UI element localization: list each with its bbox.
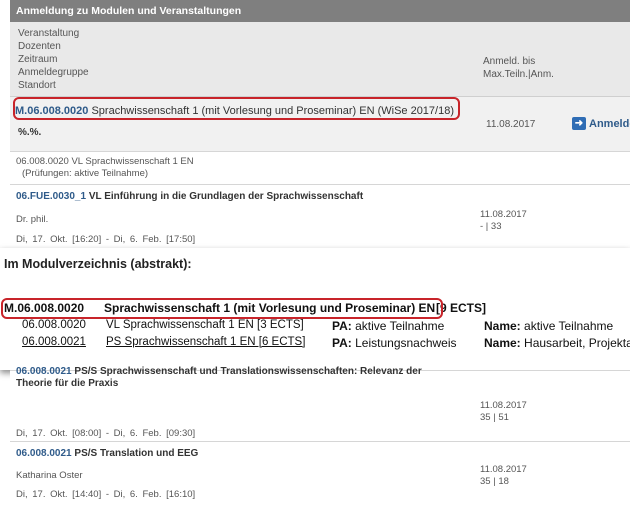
event-title: 06.008.0021 PS/S Sprachwissenschaft und …: [16, 366, 422, 377]
event-title-line2: Theorie für die Praxis: [16, 378, 119, 389]
module-deadline: 11.08.2017: [486, 119, 536, 130]
event-code-link[interactable]: 06.008.0021: [16, 366, 72, 377]
panel-header: Anmeldung zu Modulen und Veranstaltungen: [10, 0, 630, 22]
event-title: 06.FUE.0030_1 VL Einführung in die Grund…: [16, 191, 363, 202]
registration-panel-lower: 06.008.0021 PS/S Sprachwissenschaft und …: [10, 366, 630, 506]
module-placeholder: %.%.: [18, 127, 42, 138]
sub-entry-line1: 06.008.0020 VL Sprachwissenschaft 1 EN: [16, 156, 194, 167]
overlay-row-title: VL Sprachwissenschaft 1 EN [3 ECTS]: [106, 319, 304, 331]
overlay-row-pa-label: PA:: [332, 319, 352, 333]
overlay-row-pa-value: aktive Teilnahme: [355, 319, 445, 333]
event-lecturer: Dr. phil.: [16, 214, 49, 225]
col-anmeldegruppe: Anmeldegruppe: [18, 67, 89, 78]
overlay-row-name-label: Name:: [484, 319, 521, 333]
event-code-link[interactable]: 06.008.0021: [16, 448, 72, 459]
col-deadline: Anmeld. bis: [483, 56, 536, 67]
col-zeitraum: Zeitraum: [18, 54, 58, 65]
column-header: Veranstaltung Dozenten Zeitraum Anmeldeg…: [10, 22, 630, 97]
overlay-row-name-label: Name:: [484, 336, 521, 350]
event-time: Di, 17. Okt. [16:20] - Di, 6. Feb. [17:5…: [16, 234, 196, 245]
overlay-row-name-value: Hausarbeit, Projekta: [524, 336, 630, 350]
col-standort: Standort: [18, 80, 56, 91]
event-title-text: VL Einführung in die Grundlagen der Spra…: [88, 191, 364, 202]
sub-entry-line2: (Prüfungen: aktive Teilnahme): [22, 168, 149, 179]
event-capacity: 35 | 18: [480, 476, 509, 487]
overlay-heading: Im Modulverzeichnis (abstrakt):: [4, 257, 192, 271]
overlay-row-1: 06.008.0020 VL Sprachwissenschaft 1 EN […: [22, 319, 630, 335]
highlight-box-directory: [1, 298, 443, 319]
overlay-row-name-value: aktive Teilnahme: [524, 319, 614, 333]
event-row-2: 06.008.0021 PS/S Sprachwissenschaft und …: [10, 366, 630, 439]
sub-entry-row: 06.008.0020 VL Sprachwissenschaft 1 EN (…: [10, 152, 630, 185]
col-dozenten: Dozenten: [18, 41, 61, 52]
event-row-3: 06.008.0021 PS/S Translation und EEG Kat…: [10, 442, 630, 506]
col-veranstaltung: Veranstaltung: [18, 28, 80, 39]
event-deadline: 11.08.2017: [480, 464, 527, 475]
arrow-right-icon: ➜: [572, 117, 586, 130]
event-time: Di, 17. Okt. [14:40] - Di, 6. Feb. [16:1…: [16, 489, 196, 500]
event-title-text: PS/S Translation und EEG: [74, 448, 199, 459]
overlay-row-code: 06.008.0020: [22, 319, 86, 331]
col-capacity: Max.Teiln.|Anm.: [483, 69, 554, 80]
event-capacity: - | 33: [480, 221, 502, 232]
overlay-row-pa-value: Leistungsnachweis: [355, 336, 457, 350]
screenshot-collage: Anmeldung zu Modulen und Veranstaltungen…: [0, 0, 630, 506]
register-label: Anmelden: [589, 117, 630, 130]
event-deadline: 11.08.2017: [480, 400, 527, 411]
register-button[interactable]: ➜ Anmelden: [572, 116, 630, 131]
event-time: Di, 17. Okt. [08:00] - Di, 6. Feb. [09:3…: [16, 428, 196, 439]
event-capacity: 35 | 51: [480, 412, 509, 423]
event-lecturer: Katharina Oster: [16, 470, 83, 481]
registration-panel: Anmeldung zu Modulen und Veranstaltungen…: [10, 0, 630, 248]
event-code-link[interactable]: 06.FUE.0030_1: [16, 191, 86, 202]
overlay-row-code: 06.008.0021: [22, 336, 86, 348]
event-title: 06.008.0021 PS/S Translation und EEG: [16, 448, 198, 459]
event-row-1: 06.FUE.0030_1 VL Einführung in die Grund…: [10, 185, 630, 245]
event-title-text: PS/S Sprachwissenschaft und Translations…: [74, 366, 422, 377]
overlay-row-2: 06.008.0021 PS Sprachwissenschaft 1 EN […: [22, 336, 630, 352]
module-directory-overlay: Im Modulverzeichnis (abstrakt): M.06.008…: [0, 248, 630, 370]
overlay-row-pa-label: PA:: [332, 336, 352, 350]
overlay-main-ects: [9 ECTS]: [436, 301, 487, 315]
event-deadline: 11.08.2017: [480, 209, 527, 220]
overlay-row-title: PS Sprachwissenschaft 1 EN [6 ECTS]: [106, 336, 306, 348]
highlight-box-module: [13, 97, 460, 120]
